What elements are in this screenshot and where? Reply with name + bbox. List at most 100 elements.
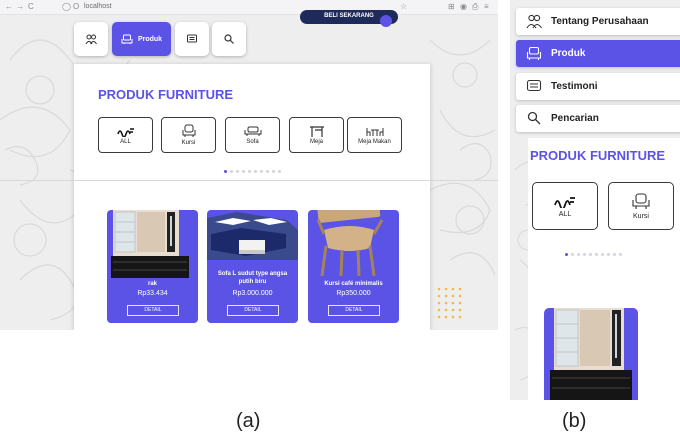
carousel-dot[interactable] [595, 253, 598, 256]
buy-now-button[interactable]: BELI SEKARANG [300, 10, 398, 27]
menu-item-label: Testimoni [551, 81, 598, 92]
carousel-indicator[interactable] [224, 170, 281, 173]
decorative-dots [437, 287, 462, 319]
menu-item-about[interactable]: Tentang Perusahaan [516, 8, 680, 35]
category-label: ALL [120, 138, 131, 145]
menu-item-products[interactable]: Produk [516, 40, 680, 67]
table-icon [309, 126, 324, 137]
search-icon [224, 34, 234, 44]
carousel-dot[interactable] [224, 170, 227, 173]
carousel-dot[interactable] [583, 253, 586, 256]
carousel-indicator[interactable] [565, 253, 622, 256]
caption-b: (b) [562, 410, 587, 432]
detail-button[interactable]: DETAIL [328, 305, 380, 316]
desktop-view-panel: ← → C ◯ Ο localhost ☆ ⊞ ◉ ⎙ ≡ BELI SEKAR… [0, 0, 498, 330]
carousel-dot[interactable] [260, 170, 263, 173]
category-label: Sofa [246, 139, 259, 145]
category-kursi[interactable]: Kursi [608, 182, 674, 230]
carousel-dot[interactable] [254, 170, 257, 173]
tab-testimonials[interactable] [175, 22, 209, 56]
carousel-dot[interactable] [248, 170, 251, 173]
category-label: Meja Makan [358, 139, 391, 145]
carousel-dot[interactable] [589, 253, 592, 256]
category-meja-makan[interactable]: Meja Makan [347, 117, 402, 153]
carousel-dot[interactable] [236, 170, 239, 173]
carousel-dot[interactable] [272, 170, 275, 173]
sofa-icon [121, 34, 133, 44]
carousel-dot[interactable] [571, 253, 574, 256]
search-icon [527, 111, 541, 125]
address-bar[interactable]: localhost [84, 2, 112, 12]
tab-about[interactable] [74, 22, 108, 56]
carousel-dot[interactable] [577, 253, 580, 256]
category-label: Kursi [181, 140, 196, 146]
reload-icon[interactable]: C [28, 2, 34, 12]
carousel-dot[interactable] [278, 170, 281, 173]
category-all[interactable]: ALL [532, 182, 598, 230]
people-icon [85, 34, 97, 45]
menu-item-label: Tentang Perusahaan [551, 16, 649, 27]
carousel-dot[interactable] [230, 170, 233, 173]
shelf-image [111, 210, 189, 278]
armchair-icon [182, 124, 195, 137]
carousel-dot[interactable] [613, 253, 616, 256]
category-all[interactable]: ALL [98, 117, 153, 153]
account-icon[interactable]: ◉ [460, 2, 467, 12]
back-arrow-icon[interactable]: ← [5, 2, 13, 12]
message-icon [526, 79, 542, 92]
sofa-icon [244, 126, 261, 136]
product-card[interactable]: Sofa L sudut type angsa putih biru Rp3.0… [207, 210, 298, 323]
menu-item-label: Pencarian [551, 113, 599, 124]
dining-table-icon [366, 128, 383, 136]
product-card[interactable]: Kursi café minimalis Rp350.000 DETAIL [308, 210, 399, 323]
extensions-icon[interactable]: ⊞ [448, 2, 455, 12]
message-icon [187, 34, 197, 43]
menu-icon[interactable]: ≡ [484, 2, 489, 12]
tab-products[interactable]: Produk [112, 22, 171, 56]
product-name: rak [147, 281, 157, 287]
sofa-image [207, 212, 298, 260]
shield-icon: ◯ [62, 2, 71, 11]
category-label: Kursi [633, 212, 649, 220]
carousel-dot[interactable] [242, 170, 245, 173]
browser-toolbar: ← → C ◯ Ο localhost ☆ ⊞ ◉ ⎙ ≡ [0, 0, 498, 15]
carousel-dot[interactable] [565, 253, 568, 256]
carousel-dot[interactable] [601, 253, 604, 256]
caption-a: (a) [236, 410, 261, 432]
detail-button[interactable]: DETAIL [227, 305, 279, 316]
people-icon [526, 14, 542, 29]
wave-icon [116, 127, 134, 137]
tab-search[interactable] [212, 22, 246, 56]
category-kursi[interactable]: Kursi [161, 117, 216, 153]
lock-icon: Ο [73, 2, 80, 11]
product-name: Kursi café minimalis [324, 281, 383, 287]
product-price: Rp350.000 [336, 290, 371, 297]
buy-now-knob [380, 15, 392, 27]
forward-arrow-icon[interactable]: → [16, 2, 24, 12]
mobile-view-panel: Tentang Perusahaan Produk Testimoni Penc… [510, 0, 680, 400]
chair-image [316, 210, 384, 277]
carousel-dot[interactable] [619, 253, 622, 256]
wave-icon [554, 196, 575, 208]
menu-item-testimonials[interactable]: Testimoni [516, 73, 680, 100]
detail-button[interactable]: DETAIL [127, 305, 179, 316]
category-label: ALL [558, 210, 572, 218]
bookmark-star-icon[interactable]: ☆ [400, 2, 407, 12]
share-icon[interactable]: ⎙ [472, 2, 478, 12]
product-price: Rp3.000.000 [232, 290, 273, 297]
product-card[interactable]: rak Rp33.434 DETAIL [107, 210, 198, 323]
category-label: Meja [309, 139, 323, 145]
menu-item-search[interactable]: Pencarian [516, 105, 680, 132]
carousel-dot[interactable] [266, 170, 269, 173]
sofa-icon [526, 46, 542, 60]
armchair-icon [632, 192, 650, 209]
carousel-dot[interactable] [607, 253, 610, 256]
shelf-image [550, 308, 632, 400]
section-divider [0, 180, 498, 181]
category-sofa[interactable]: Sofa [225, 117, 280, 153]
product-name: Sofa L sudut type angsa putih biru [217, 271, 288, 285]
section-title: PRODUK FURNITURE [98, 87, 234, 102]
product-card[interactable] [544, 308, 638, 400]
category-meja[interactable]: Meja [289, 117, 344, 153]
section-title: PRODUK FURNITURE [530, 148, 666, 163]
